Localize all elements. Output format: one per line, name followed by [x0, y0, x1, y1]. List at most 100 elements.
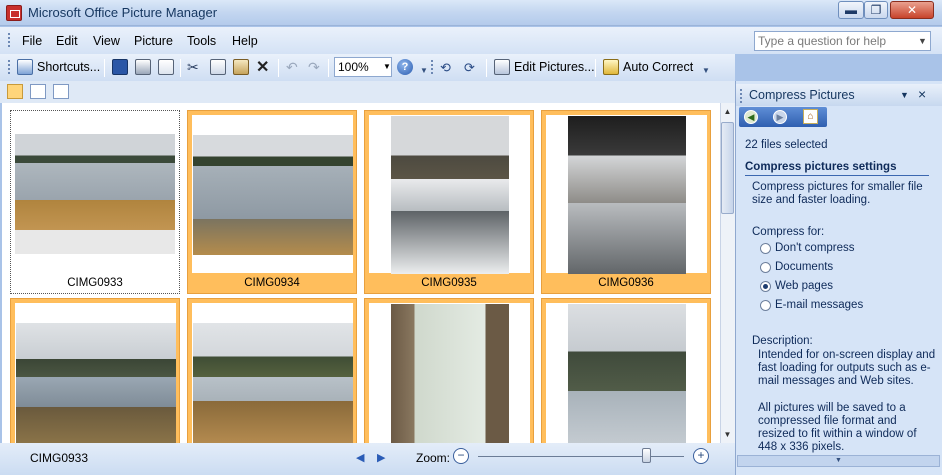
pane-grip-handle[interactable] — [740, 89, 743, 103]
radio-label[interactable]: Web pages — [775, 280, 833, 292]
thumbnail-view-icon[interactable] — [7, 84, 23, 99]
toolbar-options-icon[interactable]: ▼ — [420, 66, 428, 75]
thumbnail-frame — [192, 115, 353, 273]
thumbnail-caption: CIMG0935 — [421, 277, 477, 289]
help-icon[interactable]: ? — [397, 59, 413, 75]
thumbnail-item[interactable]: CIMG0934 — [187, 110, 357, 294]
rotate-right-icon[interactable]: ⟳ — [464, 59, 475, 77]
thumbnail-frame — [369, 115, 530, 274]
copy-icon[interactable] — [210, 59, 226, 75]
thumbnail-item[interactable]: CIMG0935 — [364, 110, 534, 294]
email-icon[interactable] — [158, 59, 174, 75]
pane-scroll-down-icon[interactable]: ▼ — [737, 455, 940, 467]
shortcuts-button[interactable]: Shortcuts... — [37, 59, 100, 77]
description-label: Description: — [752, 335, 813, 347]
delete-icon[interactable]: ✕ — [256, 59, 269, 77]
minimize-button[interactable]: ▬ — [838, 1, 864, 19]
menu-grip-handle[interactable] — [8, 33, 11, 47]
view-bar — [0, 81, 735, 103]
help-search-input[interactable]: Type a question for help — [754, 31, 931, 51]
pane-close-icon[interactable]: × — [918, 86, 926, 102]
radio-label[interactable]: Documents — [775, 261, 833, 273]
intro-text: Compress pictures for smaller file size … — [752, 181, 923, 206]
paste-icon[interactable] — [233, 59, 249, 75]
save-icon[interactable] — [112, 59, 128, 75]
previous-picture-icon[interactable]: ◀ — [356, 451, 364, 464]
thumbnail-caption: CIMG0933 — [67, 277, 123, 289]
toolbar-options-icon[interactable]: ▼ — [702, 66, 710, 75]
thumbnail-item[interactable] — [187, 298, 357, 443]
menu-edit[interactable]: Edit — [56, 34, 78, 48]
scrollbar-thumb[interactable] — [721, 122, 734, 214]
chevron-down-icon[interactable]: ▼ — [918, 36, 927, 46]
task-pane-title: Compress Pictures — [749, 88, 855, 102]
edit-pictures-icon[interactable] — [494, 59, 510, 75]
menu-tools[interactable]: Tools — [187, 34, 216, 48]
undo-icon[interactable]: ↶ — [286, 59, 298, 77]
thumbnail-caption: CIMG0936 — [598, 277, 654, 289]
app-icon[interactable] — [6, 5, 22, 21]
menu-picture[interactable]: Picture — [134, 34, 173, 48]
back-icon[interactable]: ◀ — [744, 110, 758, 124]
thumbnail-frame — [546, 115, 707, 274]
auto-correct-button[interactable]: Auto Correct — [623, 59, 693, 77]
thumbnail-grid[interactable]: CIMG0933 CIMG0934 CIMG0935 CIMG0936 — [2, 103, 720, 443]
toolbar-separator — [180, 59, 181, 77]
frozen-lake-photo — [15, 134, 175, 254]
menu-help[interactable]: Help — [232, 34, 258, 48]
radio-email-messages[interactable] — [760, 300, 771, 311]
zoom-slider-handle[interactable] — [642, 448, 651, 463]
frozen-lake-photo — [193, 135, 353, 255]
marsh-photo — [193, 323, 353, 443]
thumbnail-item[interactable] — [541, 298, 711, 443]
toolbar-grip-handle[interactable] — [8, 60, 11, 74]
thumbnail-item[interactable]: CIMG0936 — [541, 110, 711, 294]
files-selected-count: 22 files selected — [745, 139, 828, 151]
thumbnail-item[interactable]: CIMG0933 — [10, 110, 180, 294]
menu-view[interactable]: View — [93, 34, 120, 48]
chevron-down-icon[interactable]: ▼ — [383, 62, 391, 71]
river-trees-photo — [568, 304, 686, 443]
zoom-in-icon[interactable]: + — [693, 448, 709, 464]
radio-dont-compress[interactable] — [760, 243, 771, 254]
scroll-up-icon[interactable]: ▲ — [721, 104, 734, 119]
pane-menu-icon[interactable]: ▼ — [900, 90, 909, 100]
rotate-left-icon[interactable]: ⟲ — [440, 59, 451, 77]
toolbar-grip-handle[interactable] — [431, 60, 434, 74]
radio-web-pages[interactable] — [760, 281, 771, 292]
cut-icon[interactable]: ✂ — [187, 59, 199, 77]
edit-pictures-button[interactable]: Edit Pictures... — [514, 59, 595, 77]
thumbnail-item[interactable] — [364, 298, 534, 443]
radio-label[interactable]: E-mail messages — [775, 299, 863, 311]
restore-button[interactable]: ❐ — [864, 1, 888, 19]
thumbnail-caption: CIMG0934 — [244, 277, 300, 289]
filmstrip-view-icon[interactable] — [30, 84, 46, 99]
compress-for-label: Compress for: — [752, 226, 825, 238]
next-picture-icon[interactable]: ▶ — [377, 451, 385, 464]
snowy-path-photo — [391, 116, 509, 274]
menu-file[interactable]: File — [22, 34, 42, 48]
radio-documents[interactable] — [760, 262, 771, 273]
home-icon[interactable]: ⌂ — [803, 109, 818, 124]
stop-closed-sign-photo — [391, 304, 509, 443]
thumbnail-item[interactable] — [10, 298, 180, 443]
section-title: Compress pictures settings — [745, 161, 897, 173]
print-icon[interactable] — [135, 59, 151, 75]
note-text: All pictures will be saved to a compress… — [758, 402, 917, 453]
thumbnail-frame — [369, 303, 530, 443]
zoom-out-icon[interactable]: − — [453, 448, 469, 464]
toolbar-separator — [486, 59, 487, 77]
forward-icon[interactable]: ▶ — [773, 110, 787, 124]
radio-label[interactable]: Don't compress — [775, 242, 855, 254]
redo-icon[interactable]: ↷ — [308, 59, 320, 77]
window-title: Microsoft Office Picture Manager — [28, 5, 218, 20]
auto-correct-icon[interactable] — [603, 59, 619, 75]
status-file-name: CIMG0933 — [30, 451, 89, 465]
zoom-slider-track[interactable] — [478, 456, 684, 457]
thumbnail-frame — [546, 303, 707, 443]
shortcuts-icon[interactable] — [17, 59, 33, 75]
thumbnail-frame — [14, 114, 175, 272]
close-button[interactable]: ✕ — [890, 1, 934, 19]
single-picture-view-icon[interactable] — [53, 84, 69, 99]
scroll-down-icon[interactable]: ▼ — [721, 427, 734, 442]
